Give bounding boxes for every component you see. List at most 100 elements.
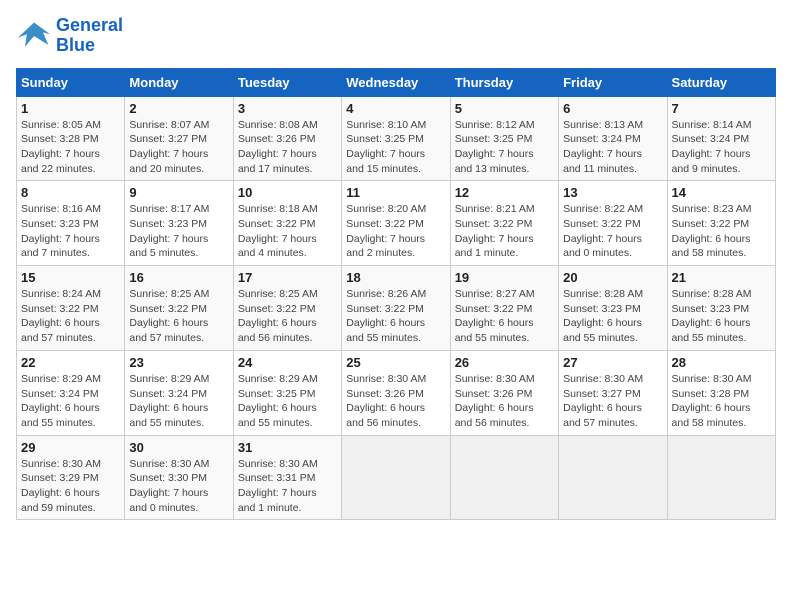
day-cell-20: 20 Sunrise: 8:28 AM Sunset: 3:23 PM Dayli…	[559, 266, 667, 351]
day-number: 27	[563, 355, 662, 370]
day-info: Sunrise: 8:27 AM Sunset: 3:22 PM Dayligh…	[455, 287, 554, 346]
day-info: Sunrise: 8:29 AM Sunset: 3:24 PM Dayligh…	[129, 372, 228, 431]
day-cell-11: 11 Sunrise: 8:20 AM Sunset: 3:22 PM Dayli…	[342, 181, 450, 266]
brand-logo: General Blue	[16, 16, 123, 56]
day-number: 10	[238, 185, 337, 200]
day-info: Sunrise: 8:25 AM Sunset: 3:22 PM Dayligh…	[238, 287, 337, 346]
week-row-5: 29 Sunrise: 8:30 AM Sunset: 3:29 PM Dayli…	[17, 435, 776, 520]
day-info: Sunrise: 8:30 AM Sunset: 3:31 PM Dayligh…	[238, 457, 337, 516]
day-number: 14	[672, 185, 771, 200]
day-info: Sunrise: 8:21 AM Sunset: 3:22 PM Dayligh…	[455, 202, 554, 261]
empty-cell	[559, 435, 667, 520]
day-number: 20	[563, 270, 662, 285]
day-info: Sunrise: 8:18 AM Sunset: 3:22 PM Dayligh…	[238, 202, 337, 261]
day-number: 2	[129, 101, 228, 116]
day-info: Sunrise: 8:22 AM Sunset: 3:22 PM Dayligh…	[563, 202, 662, 261]
day-info: Sunrise: 8:30 AM Sunset: 3:30 PM Dayligh…	[129, 457, 228, 516]
day-number: 29	[21, 440, 120, 455]
day-number: 22	[21, 355, 120, 370]
day-cell-26: 26Sunrise: 8:30 AM Sunset: 3:26 PM Dayli…	[450, 350, 558, 435]
day-number: 18	[346, 270, 445, 285]
day-number: 15	[21, 270, 120, 285]
day-info: Sunrise: 8:30 AM Sunset: 3:26 PM Dayligh…	[346, 372, 445, 431]
brand-name: General Blue	[56, 16, 123, 56]
day-info: Sunrise: 8:23 AM Sunset: 3:22 PM Dayligh…	[672, 202, 771, 261]
day-number: 13	[563, 185, 662, 200]
col-header-sunday: Sunday	[17, 68, 125, 96]
day-info: Sunrise: 8:10 AM Sunset: 3:25 PM Dayligh…	[346, 118, 445, 177]
day-cell-28: 28Sunrise: 8:30 AM Sunset: 3:28 PM Dayli…	[667, 350, 775, 435]
day-cell-8: 8 Sunrise: 8:16 AM Sunset: 3:23 PM Daylig…	[17, 181, 125, 266]
day-cell-7: 7 Sunrise: 8:14 AM Sunset: 3:24 PM Daylig…	[667, 96, 775, 181]
day-number: 11	[346, 185, 445, 200]
day-cell-19: 19 Sunrise: 8:27 AM Sunset: 3:22 PM Dayli…	[450, 266, 558, 351]
day-info: Sunrise: 8:26 AM Sunset: 3:22 PM Dayligh…	[346, 287, 445, 346]
week-row-4: 22 Sunrise: 8:29 AM Sunset: 3:24 PM Dayli…	[17, 350, 776, 435]
day-cell-15: 15Sunrise: 8:24 AM Sunset: 3:22 PM Dayli…	[17, 266, 125, 351]
day-cell-25: 25Sunrise: 8:30 AM Sunset: 3:26 PM Dayli…	[342, 350, 450, 435]
day-number: 4	[346, 101, 445, 116]
day-cell-9: 9Sunrise: 8:17 AM Sunset: 3:23 PM Daylig…	[125, 181, 233, 266]
day-info: Sunrise: 8:08 AM Sunset: 3:26 PM Dayligh…	[238, 118, 337, 177]
day-cell-23: 23 Sunrise: 8:29 AM Sunset: 3:24 PM Dayli…	[125, 350, 233, 435]
day-info: Sunrise: 8:20 AM Sunset: 3:22 PM Dayligh…	[346, 202, 445, 261]
day-cell-17: 17Sunrise: 8:25 AM Sunset: 3:22 PM Dayli…	[233, 266, 341, 351]
day-info: Sunrise: 8:13 AM Sunset: 3:24 PM Dayligh…	[563, 118, 662, 177]
day-cell-6: 6 Sunrise: 8:13 AM Sunset: 3:24 PM Daylig…	[559, 96, 667, 181]
day-cell-18: 18 Sunrise: 8:26 AM Sunset: 3:22 PM Dayli…	[342, 266, 450, 351]
empty-cell	[450, 435, 558, 520]
day-number: 8	[21, 185, 120, 200]
col-header-tuesday: Tuesday	[233, 68, 341, 96]
day-cell-3: 3 Sunrise: 8:08 AM Sunset: 3:26 PM Daylig…	[233, 96, 341, 181]
day-number: 31	[238, 440, 337, 455]
day-info: Sunrise: 8:05 AM Sunset: 3:28 PM Dayligh…	[21, 118, 120, 177]
day-info: Sunrise: 8:12 AM Sunset: 3:25 PM Dayligh…	[455, 118, 554, 177]
day-number: 3	[238, 101, 337, 116]
day-info: Sunrise: 8:29 AM Sunset: 3:25 PM Dayligh…	[238, 372, 337, 431]
col-header-thursday: Thursday	[450, 68, 558, 96]
day-number: 30	[129, 440, 228, 455]
day-number: 26	[455, 355, 554, 370]
col-header-saturday: Saturday	[667, 68, 775, 96]
day-cell-4: 4 Sunrise: 8:10 AM Sunset: 3:25 PM Daylig…	[342, 96, 450, 181]
col-header-wednesday: Wednesday	[342, 68, 450, 96]
day-info: Sunrise: 8:07 AM Sunset: 3:27 PM Dayligh…	[129, 118, 228, 177]
bird-icon	[16, 18, 52, 54]
day-cell-5: 5 Sunrise: 8:12 AM Sunset: 3:25 PM Daylig…	[450, 96, 558, 181]
day-cell-21: 21Sunrise: 8:28 AM Sunset: 3:23 PM Dayli…	[667, 266, 775, 351]
day-info: Sunrise: 8:30 AM Sunset: 3:29 PM Dayligh…	[21, 457, 120, 516]
day-info: Sunrise: 8:25 AM Sunset: 3:22 PM Dayligh…	[129, 287, 228, 346]
day-number: 7	[672, 101, 771, 116]
day-number: 23	[129, 355, 228, 370]
day-info: Sunrise: 8:17 AM Sunset: 3:23 PM Dayligh…	[129, 202, 228, 261]
day-number: 12	[455, 185, 554, 200]
day-cell-24: 24 Sunrise: 8:29 AM Sunset: 3:25 PM Dayli…	[233, 350, 341, 435]
week-row-1: 1 Sunrise: 8:05 AM Sunset: 3:28 PM Daylig…	[17, 96, 776, 181]
day-info: Sunrise: 8:29 AM Sunset: 3:24 PM Dayligh…	[21, 372, 120, 431]
day-cell-12: 12 Sunrise: 8:21 AM Sunset: 3:22 PM Dayli…	[450, 181, 558, 266]
empty-cell	[342, 435, 450, 520]
week-row-3: 15Sunrise: 8:24 AM Sunset: 3:22 PM Dayli…	[17, 266, 776, 351]
day-cell-1: 1 Sunrise: 8:05 AM Sunset: 3:28 PM Daylig…	[17, 96, 125, 181]
day-number: 5	[455, 101, 554, 116]
day-info: Sunrise: 8:14 AM Sunset: 3:24 PM Dayligh…	[672, 118, 771, 177]
day-number: 6	[563, 101, 662, 116]
day-info: Sunrise: 8:28 AM Sunset: 3:23 PM Dayligh…	[563, 287, 662, 346]
empty-cell	[667, 435, 775, 520]
day-cell-27: 27 Sunrise: 8:30 AM Sunset: 3:27 PM Dayli…	[559, 350, 667, 435]
week-row-2: 8 Sunrise: 8:16 AM Sunset: 3:23 PM Daylig…	[17, 181, 776, 266]
col-header-friday: Friday	[559, 68, 667, 96]
day-number: 24	[238, 355, 337, 370]
day-number: 28	[672, 355, 771, 370]
day-number: 21	[672, 270, 771, 285]
day-cell-2: 2 Sunrise: 8:07 AM Sunset: 3:27 PM Daylig…	[125, 96, 233, 181]
day-info: Sunrise: 8:30 AM Sunset: 3:27 PM Dayligh…	[563, 372, 662, 431]
day-number: 16	[129, 270, 228, 285]
day-info: Sunrise: 8:16 AM Sunset: 3:23 PM Dayligh…	[21, 202, 120, 261]
day-number: 1	[21, 101, 120, 116]
day-cell-13: 13 Sunrise: 8:22 AM Sunset: 3:22 PM Dayli…	[559, 181, 667, 266]
day-cell-29: 29 Sunrise: 8:30 AM Sunset: 3:29 PM Dayli…	[17, 435, 125, 520]
page-header: General Blue	[16, 16, 776, 56]
day-number: 19	[455, 270, 554, 285]
day-cell-10: 10 Sunrise: 8:18 AM Sunset: 3:22 PM Dayli…	[233, 181, 341, 266]
